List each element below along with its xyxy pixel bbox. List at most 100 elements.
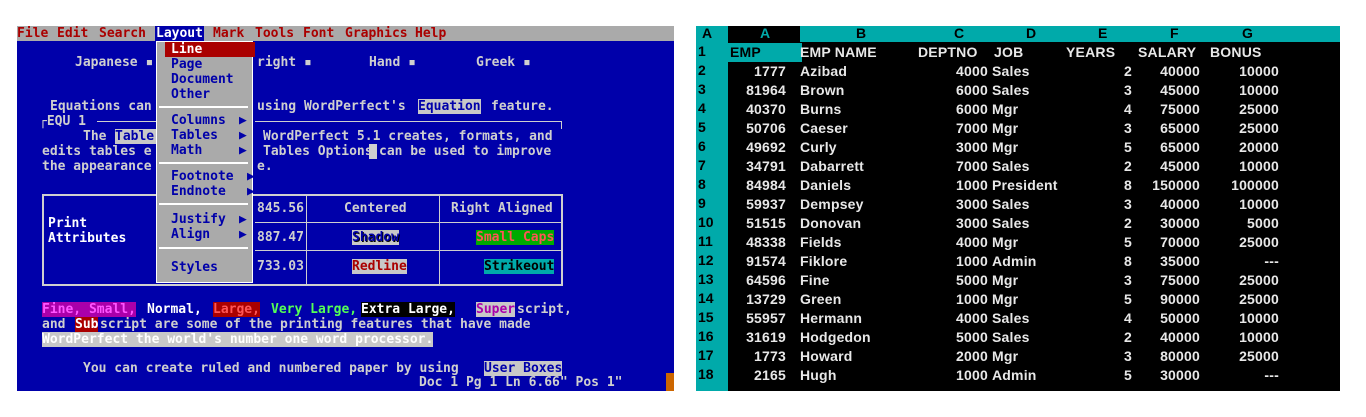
table-cell[interactable]: --- bbox=[1210, 252, 1279, 271]
table-cell[interactable]: Caeser bbox=[800, 119, 910, 138]
table-cell[interactable]: 91574 bbox=[728, 252, 786, 271]
table-cell[interactable]: 25000 bbox=[1210, 119, 1279, 138]
table-cell[interactable]: 5 bbox=[1114, 138, 1132, 157]
user-boxes-link[interactable]: User Boxes bbox=[484, 361, 563, 376]
cell-years-header[interactable]: YEARS bbox=[1066, 43, 1115, 62]
table-cell[interactable]: 25000 bbox=[1210, 233, 1279, 252]
table-cell[interactable]: 5 bbox=[1114, 233, 1132, 252]
table-cell[interactable]: 1000 bbox=[906, 290, 988, 309]
table-cell[interactable]: 65000 bbox=[1140, 138, 1200, 157]
table-cell[interactable]: 2165 bbox=[728, 366, 786, 385]
table-cell[interactable]: 100000 bbox=[1210, 176, 1279, 195]
table-cell[interactable]: 1000 bbox=[906, 252, 988, 271]
table-cell[interactable]: Mgr bbox=[992, 290, 1092, 309]
table-cell[interactable]: Mgr bbox=[992, 271, 1092, 290]
table-cell[interactable]: 75000 bbox=[1140, 100, 1200, 119]
table-cell[interactable]: 65000 bbox=[1140, 119, 1200, 138]
menu-help[interactable]: Help bbox=[415, 26, 446, 41]
table-cell[interactable]: Daniels bbox=[800, 176, 910, 195]
table-cell[interactable]: 3000 bbox=[906, 138, 988, 157]
table-cell[interactable]: --- bbox=[1210, 366, 1279, 385]
menu-item-footnote[interactable]: Footnote ▶ bbox=[171, 169, 255, 184]
row-header[interactable]: 16 bbox=[698, 328, 714, 344]
cell-num-1[interactable]: 845.56 bbox=[257, 201, 304, 216]
row-header[interactable]: 9 bbox=[698, 195, 706, 211]
cell-centered[interactable]: Centered bbox=[344, 201, 407, 216]
menu-item-line[interactable]: Line bbox=[165, 42, 255, 57]
table-cell[interactable]: 3 bbox=[1114, 347, 1132, 366]
table-cell[interactable]: 2 bbox=[1114, 214, 1132, 233]
menu-item-document[interactable]: Document bbox=[171, 72, 234, 87]
table-cell[interactable]: Dempsey bbox=[800, 195, 910, 214]
cell-shadow[interactable]: Shadow bbox=[352, 230, 399, 245]
table-cell[interactable]: 84984 bbox=[728, 176, 786, 195]
cell-bonus-header[interactable]: BONUS bbox=[1210, 43, 1261, 62]
cell-empname-header[interactable]: EMP NAME bbox=[800, 43, 910, 62]
table-cell[interactable]: 4000 bbox=[906, 233, 988, 252]
table-cell[interactable]: 3 bbox=[1114, 81, 1132, 100]
menu-item-styles[interactable]: Styles bbox=[171, 260, 218, 275]
cell-attributes[interactable]: Attributes bbox=[48, 231, 126, 246]
table-cell[interactable]: 10000 bbox=[1210, 195, 1279, 214]
row-header[interactable]: 13 bbox=[698, 271, 714, 287]
row-header[interactable]: 12 bbox=[698, 252, 714, 268]
cell-deptno-header[interactable]: DEPTNO bbox=[918, 43, 990, 62]
row-header[interactable]: 10 bbox=[698, 214, 714, 230]
table-cell[interactable]: 30000 bbox=[1140, 366, 1200, 385]
table-cell[interactable]: 5 bbox=[1114, 290, 1132, 309]
table-cell[interactable]: 64596 bbox=[728, 271, 786, 290]
table-cell[interactable]: Donovan bbox=[800, 214, 910, 233]
table-cell[interactable]: 5000 bbox=[1210, 214, 1279, 233]
cell-salary-header[interactable]: SALARY bbox=[1138, 43, 1198, 62]
table-cell[interactable]: 25000 bbox=[1210, 290, 1279, 309]
table-cell[interactable]: 45000 bbox=[1140, 81, 1200, 100]
table-cell[interactable]: Sales bbox=[992, 81, 1092, 100]
table-cell[interactable]: 40000 bbox=[1140, 195, 1200, 214]
table-cell[interactable]: 40370 bbox=[728, 100, 786, 119]
table-cell[interactable]: 50000 bbox=[1140, 309, 1200, 328]
table-cell[interactable]: 80000 bbox=[1140, 347, 1200, 366]
table-cell[interactable]: Dabarrett bbox=[800, 157, 910, 176]
table-cell[interactable]: Sales bbox=[992, 309, 1092, 328]
table-cell[interactable]: 4000 bbox=[906, 62, 988, 81]
table-cell[interactable]: Burns bbox=[800, 100, 910, 119]
menu-item-align[interactable]: Align ▶ bbox=[171, 227, 247, 242]
table-cell[interactable]: 5 bbox=[1114, 366, 1132, 385]
table-cell[interactable]: 10000 bbox=[1210, 309, 1279, 328]
table-cell[interactable]: 25000 bbox=[1210, 100, 1279, 119]
table-cell[interactable]: Fields bbox=[800, 233, 910, 252]
cell-num-2[interactable]: 887.47 bbox=[257, 230, 304, 245]
menu-item-columns[interactable]: Columns ▶ bbox=[171, 113, 247, 128]
table-cell[interactable]: Hugh bbox=[800, 366, 910, 385]
table-cell[interactable]: Fiklore bbox=[800, 252, 910, 271]
table-cell[interactable]: 10000 bbox=[1210, 328, 1279, 347]
row-header[interactable]: 15 bbox=[698, 309, 714, 325]
cell-strikeout[interactable]: Strikeout bbox=[484, 259, 555, 274]
table-cell[interactable]: 25000 bbox=[1210, 347, 1279, 366]
table-cell[interactable]: 3 bbox=[1114, 195, 1132, 214]
table-cell[interactable]: 5000 bbox=[906, 328, 988, 347]
table-cell[interactable]: 5000 bbox=[906, 271, 988, 290]
menu-item-page[interactable]: Page bbox=[171, 57, 202, 72]
column-header-b[interactable]: B bbox=[856, 26, 866, 41]
row-header[interactable]: 18 bbox=[698, 366, 714, 382]
table-cell[interactable]: 8 bbox=[1114, 252, 1132, 271]
cell-num-3[interactable]: 733.03 bbox=[257, 259, 304, 274]
table-cell[interactable]: 1773 bbox=[728, 347, 786, 366]
menu-item-endnote[interactable]: Endnote ▶ bbox=[171, 184, 255, 199]
table-cell[interactable]: 10000 bbox=[1210, 62, 1279, 81]
row-header[interactable]: 11 bbox=[698, 233, 713, 249]
table-cell[interactable]: 10000 bbox=[1210, 81, 1279, 100]
table-cell[interactable]: Mgr bbox=[992, 138, 1092, 157]
row-header[interactable]: 8 bbox=[698, 176, 706, 192]
table-cell[interactable]: Sales bbox=[992, 157, 1092, 176]
table-cell[interactable]: 55957 bbox=[728, 309, 786, 328]
table-cell[interactable]: 6000 bbox=[906, 100, 988, 119]
table-cell[interactable]: 7000 bbox=[906, 119, 988, 138]
table-cell[interactable]: 3000 bbox=[906, 214, 988, 233]
table-cell[interactable]: 4 bbox=[1114, 309, 1132, 328]
table-cell[interactable]: Curly bbox=[800, 138, 910, 157]
table-cell[interactable]: 35000 bbox=[1140, 252, 1200, 271]
cell-print[interactable]: Print bbox=[48, 216, 87, 231]
table-cell[interactable]: 4000 bbox=[906, 309, 988, 328]
